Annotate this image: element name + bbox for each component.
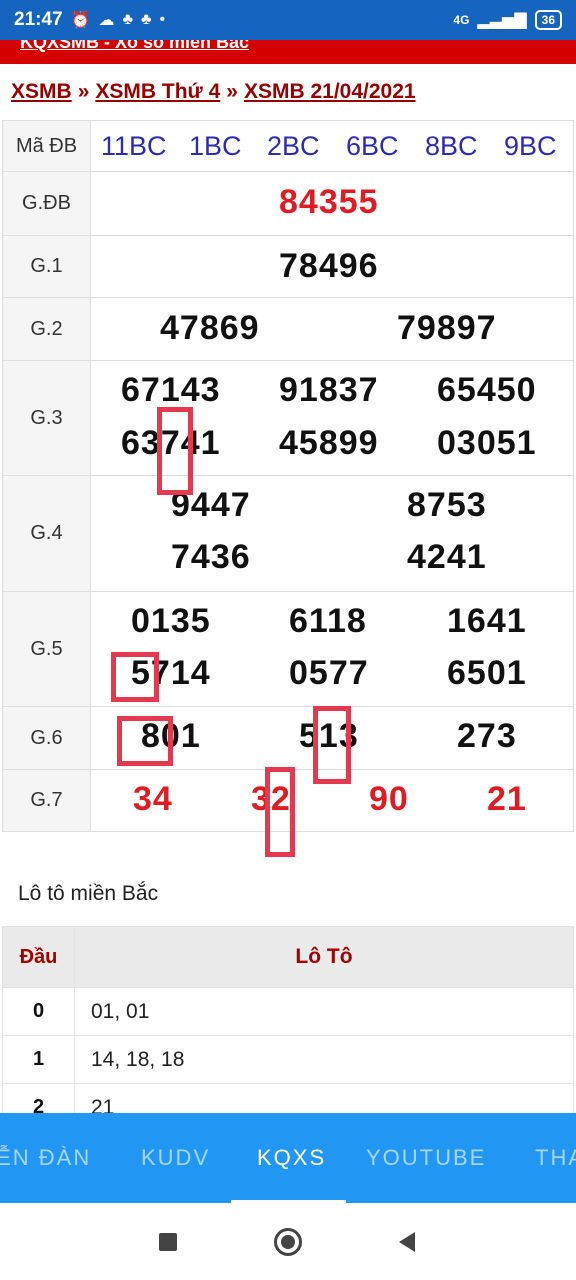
prize-number: 9447 [171, 486, 251, 524]
ma-db-code: 9BC [504, 131, 557, 161]
network-type: 4G [453, 13, 470, 27]
home-icon [274, 1228, 302, 1256]
back-button[interactable] [392, 1227, 422, 1257]
prize-number: 78496 [279, 247, 379, 285]
row-prize-1: G.1 78496 [2, 236, 574, 298]
prize-number: 801 [141, 717, 201, 755]
row-label: G.3 [3, 361, 91, 475]
home-button[interactable] [273, 1227, 303, 1257]
row-label: G.5 [3, 592, 91, 706]
ma-db-code: 1BC [189, 131, 242, 161]
tab-kudv[interactable]: KUDV [141, 1145, 210, 1171]
app-notification-icon: ♣ [122, 11, 134, 28]
loto-table-header: Đầu Lô Tô [2, 926, 574, 988]
table-row: 1 14, 18, 18 [2, 1036, 574, 1084]
prize-number: 6501 [447, 654, 527, 692]
prize-number: 273 [457, 717, 517, 755]
status-bar: 21:47 ⏰ ☁ ♣ ♣ • 4G ▂▃▅▇ 36 [0, 0, 576, 40]
loto-table: Đầu Lô Tô 0 01, 01 1 14, 18, 18 2 21 [2, 926, 574, 1132]
row-label: G.4 [3, 476, 91, 591]
banner-title[interactable]: KQXSMB - Xổ số miền Bắc [20, 40, 249, 53]
cloud-icon: ☁ [98, 12, 115, 29]
row-prize-6: G.6 801 513 273 [2, 707, 574, 770]
row-label: G.7 [3, 770, 91, 831]
ma-db-code: 11BC [101, 131, 167, 161]
recents-icon [159, 1233, 177, 1251]
ma-db-code: 6BC [346, 131, 399, 161]
page-header-banner: KQXSMB - Xổ số miền Bắc [0, 40, 576, 64]
prize-number: 5714 [131, 654, 211, 692]
row-prize-3: G.3 67143 91837 65450 63741 45899 03051 [2, 361, 574, 476]
alarm-icon: ⏰ [70, 12, 91, 29]
status-time: 21:47 [14, 9, 63, 30]
row-special-prize: G.ĐB 84355 [2, 172, 574, 236]
tab-dien-dan[interactable]: IỄN ĐÀN [0, 1145, 91, 1171]
tab-kqxs[interactable]: KQXS [257, 1145, 326, 1171]
row-label: G.ĐB [3, 172, 91, 235]
prize-number: 45899 [279, 424, 379, 462]
prize-number: 65450 [437, 371, 537, 409]
breadcrumb-separator: » [226, 80, 238, 103]
loto-cell: 14, 18, 18 [91, 1047, 185, 1071]
breadcrumb-xsmb-date[interactable]: XSMB 21/04/2021 [244, 80, 416, 103]
prize-number: 03051 [437, 424, 537, 462]
prize-number: 90 [369, 780, 409, 818]
row-prize-7: G.7 34 32 90 21 [2, 770, 574, 832]
table-row: 0 01, 01 [2, 988, 574, 1036]
prize-number: 79897 [397, 309, 497, 347]
prize-number: 34 [133, 780, 173, 818]
signal-icon: ▂▃▅▇ [477, 12, 527, 29]
prize-number: 4241 [407, 538, 487, 576]
row-prize-5: G.5 0135 6118 1641 5714 0577 6501 [2, 592, 574, 707]
prize-number: 67143 [121, 371, 221, 409]
loto-section-title: Lô tô miền Bắc [18, 882, 159, 905]
breadcrumb-separator: » [77, 80, 90, 103]
breadcrumb: XSMB» XSMB Thứ 4» XSMB 21/04/2021 [11, 80, 416, 104]
prize-number: 7436 [171, 538, 251, 576]
row-label: G.6 [3, 707, 91, 769]
header-loto: Lô Tô [295, 945, 353, 968]
back-icon [399, 1232, 415, 1252]
prize-number: 63741 [121, 424, 221, 462]
row-label: G.2 [3, 298, 91, 360]
more-notifications-icon: • [159, 11, 166, 28]
prize-number: 513 [299, 717, 359, 755]
ma-db-code: 2BC [267, 131, 320, 161]
system-navigation-bar [0, 1203, 576, 1280]
prize-number: 21 [487, 780, 527, 818]
loto-cell: 01, 01 [91, 999, 150, 1023]
breadcrumb-xsmb[interactable]: XSMB [11, 80, 72, 103]
prize-number: 0577 [289, 654, 369, 692]
results-table: Mã ĐB 11BC 1BC 2BC 6BC 8BC 9BC G.ĐB 8435… [2, 120, 574, 832]
prize-number: 47869 [160, 309, 260, 347]
prize-number: 91837 [279, 371, 379, 409]
battery-icon: 36 [534, 10, 562, 30]
prize-number: 32 [251, 780, 291, 818]
dau-cell: 0 [3, 988, 75, 1035]
recents-button[interactable] [153, 1227, 183, 1257]
special-prize-number: 84355 [279, 183, 379, 221]
tab-tha[interactable]: THA [535, 1145, 576, 1171]
row-prize-2: G.2 47869 79897 [2, 298, 574, 361]
dau-cell: 1 [3, 1036, 75, 1083]
row-prize-4: G.4 9447 8753 7436 4241 [2, 476, 574, 592]
app-notification-icon-2: ♣ [141, 11, 152, 28]
breadcrumb-xsmb-thu4[interactable]: XSMB Thứ 4 [95, 80, 220, 103]
ma-db-code: 8BC [425, 131, 478, 161]
bottom-tab-bar: IỄN ĐÀN KUDV KQXS YOUTUBE THA [0, 1113, 576, 1203]
prize-number: 6118 [289, 602, 367, 640]
row-label: G.1 [3, 236, 91, 297]
row-ma-db: Mã ĐB 11BC 1BC 2BC 6BC 8BC 9BC [2, 120, 574, 172]
prize-number: 8753 [407, 486, 487, 524]
prize-number: 0135 [131, 602, 211, 640]
tab-youtube[interactable]: YOUTUBE [366, 1145, 486, 1171]
header-dau: Đầu [3, 927, 75, 987]
row-label: Mã ĐB [3, 121, 91, 171]
prize-number: 1641 [447, 602, 527, 640]
